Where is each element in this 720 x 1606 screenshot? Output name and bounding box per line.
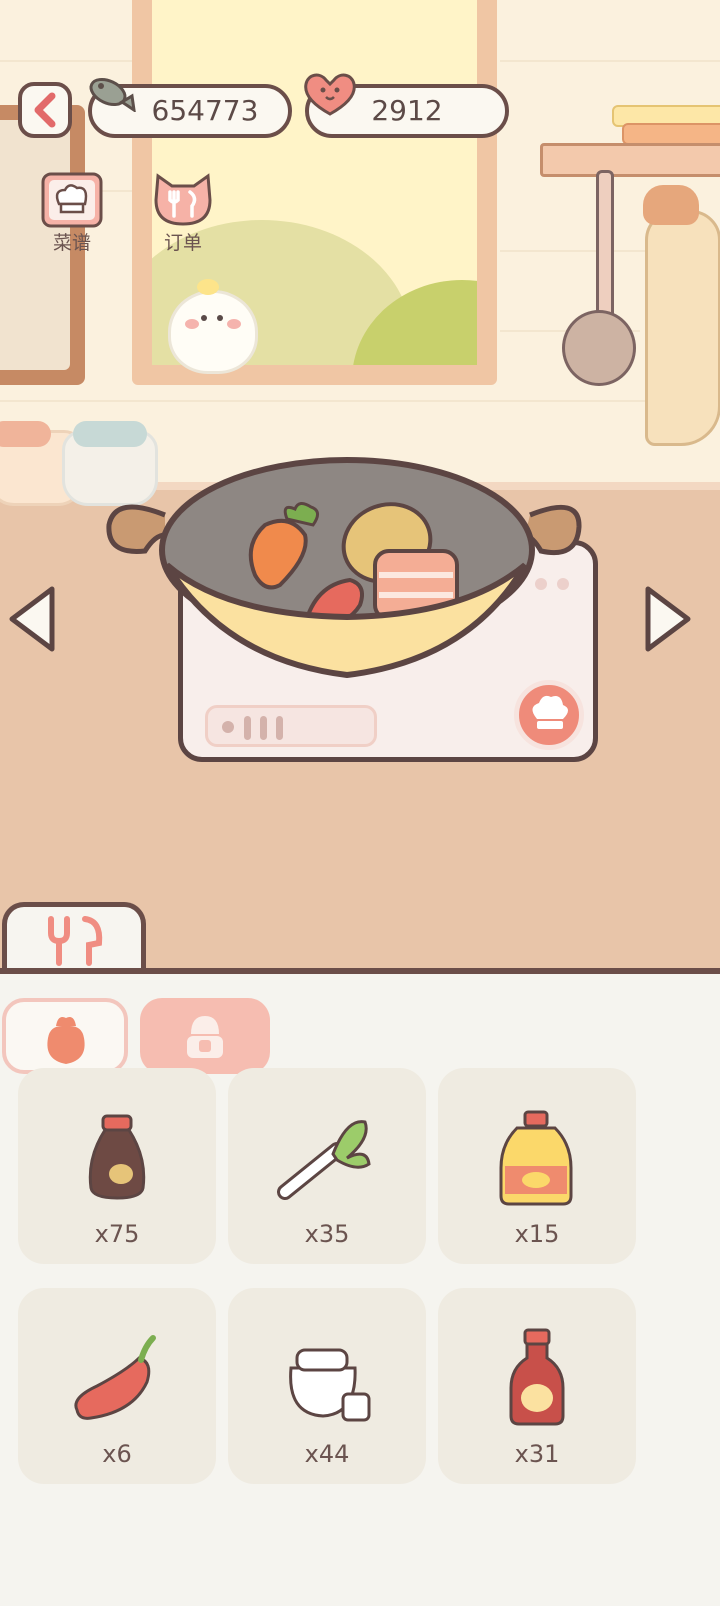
ingredient-slot[interactable]: x75	[18, 1068, 216, 1264]
towel-icon	[645, 210, 720, 446]
cutlery-icon	[48, 916, 103, 966]
orders-button[interactable]: 订单	[143, 170, 223, 254]
back-chevron-icon	[34, 92, 56, 128]
category-vegetables-button[interactable]	[2, 998, 128, 1074]
ingredient-slot[interactable]: x44	[228, 1288, 426, 1484]
fish-icon	[89, 77, 136, 112]
wok-icon[interactable]	[105, 455, 590, 695]
ladle-icon	[562, 310, 636, 386]
recipe-book-icon	[41, 172, 103, 228]
ingredient-slot[interactable]: x35	[228, 1068, 426, 1264]
bird-character[interactable]	[168, 279, 258, 374]
cooking-oil-icon	[499, 1110, 573, 1206]
ladle-handle	[596, 170, 614, 326]
ingredient-slot[interactable]: x6	[18, 1288, 216, 1484]
item-count: x15	[514, 1220, 560, 1248]
seasoning-shaker-icon	[187, 1016, 223, 1058]
orders-label: 订单	[163, 232, 202, 254]
tab-cutlery[interactable]	[2, 902, 146, 974]
green-onion-icon	[277, 1120, 371, 1200]
next-stove-arrow-icon[interactable]	[640, 583, 694, 655]
chef-hat-icon	[532, 695, 568, 729]
cook-button[interactable]	[514, 680, 584, 750]
book-stack-lower	[622, 123, 720, 145]
ingredient-slot[interactable]: x31	[438, 1288, 636, 1484]
item-count: x44	[304, 1440, 350, 1468]
heart-icon	[304, 73, 356, 116]
stove-control-panel	[205, 705, 377, 747]
category-seasoning-button[interactable]	[140, 998, 270, 1074]
sugar-jar-icon	[289, 1348, 371, 1422]
chili-pepper-icon	[74, 1335, 156, 1420]
back-button[interactable]	[18, 82, 72, 138]
heart-value: 2912	[371, 94, 443, 127]
ingredient-slot[interactable]: x15	[438, 1068, 636, 1264]
wall-shelf	[540, 143, 720, 177]
fish-coin-value: 654773	[151, 94, 259, 127]
item-count: x75	[94, 1220, 140, 1248]
item-count: x31	[514, 1440, 560, 1468]
item-count: x35	[304, 1220, 350, 1248]
recipes-label: 菜谱	[52, 232, 91, 254]
vinegar-bottle-icon	[509, 1328, 565, 1426]
cat-plate-icon	[154, 173, 212, 226]
vegetable-bag-icon	[47, 1017, 85, 1064]
cat-hook-icon	[643, 185, 699, 225]
soy-sauce-icon	[88, 1114, 146, 1200]
prev-stove-arrow-icon[interactable]	[6, 583, 60, 655]
item-count: x6	[102, 1440, 132, 1468]
recipes-button[interactable]: 菜谱	[32, 170, 112, 254]
